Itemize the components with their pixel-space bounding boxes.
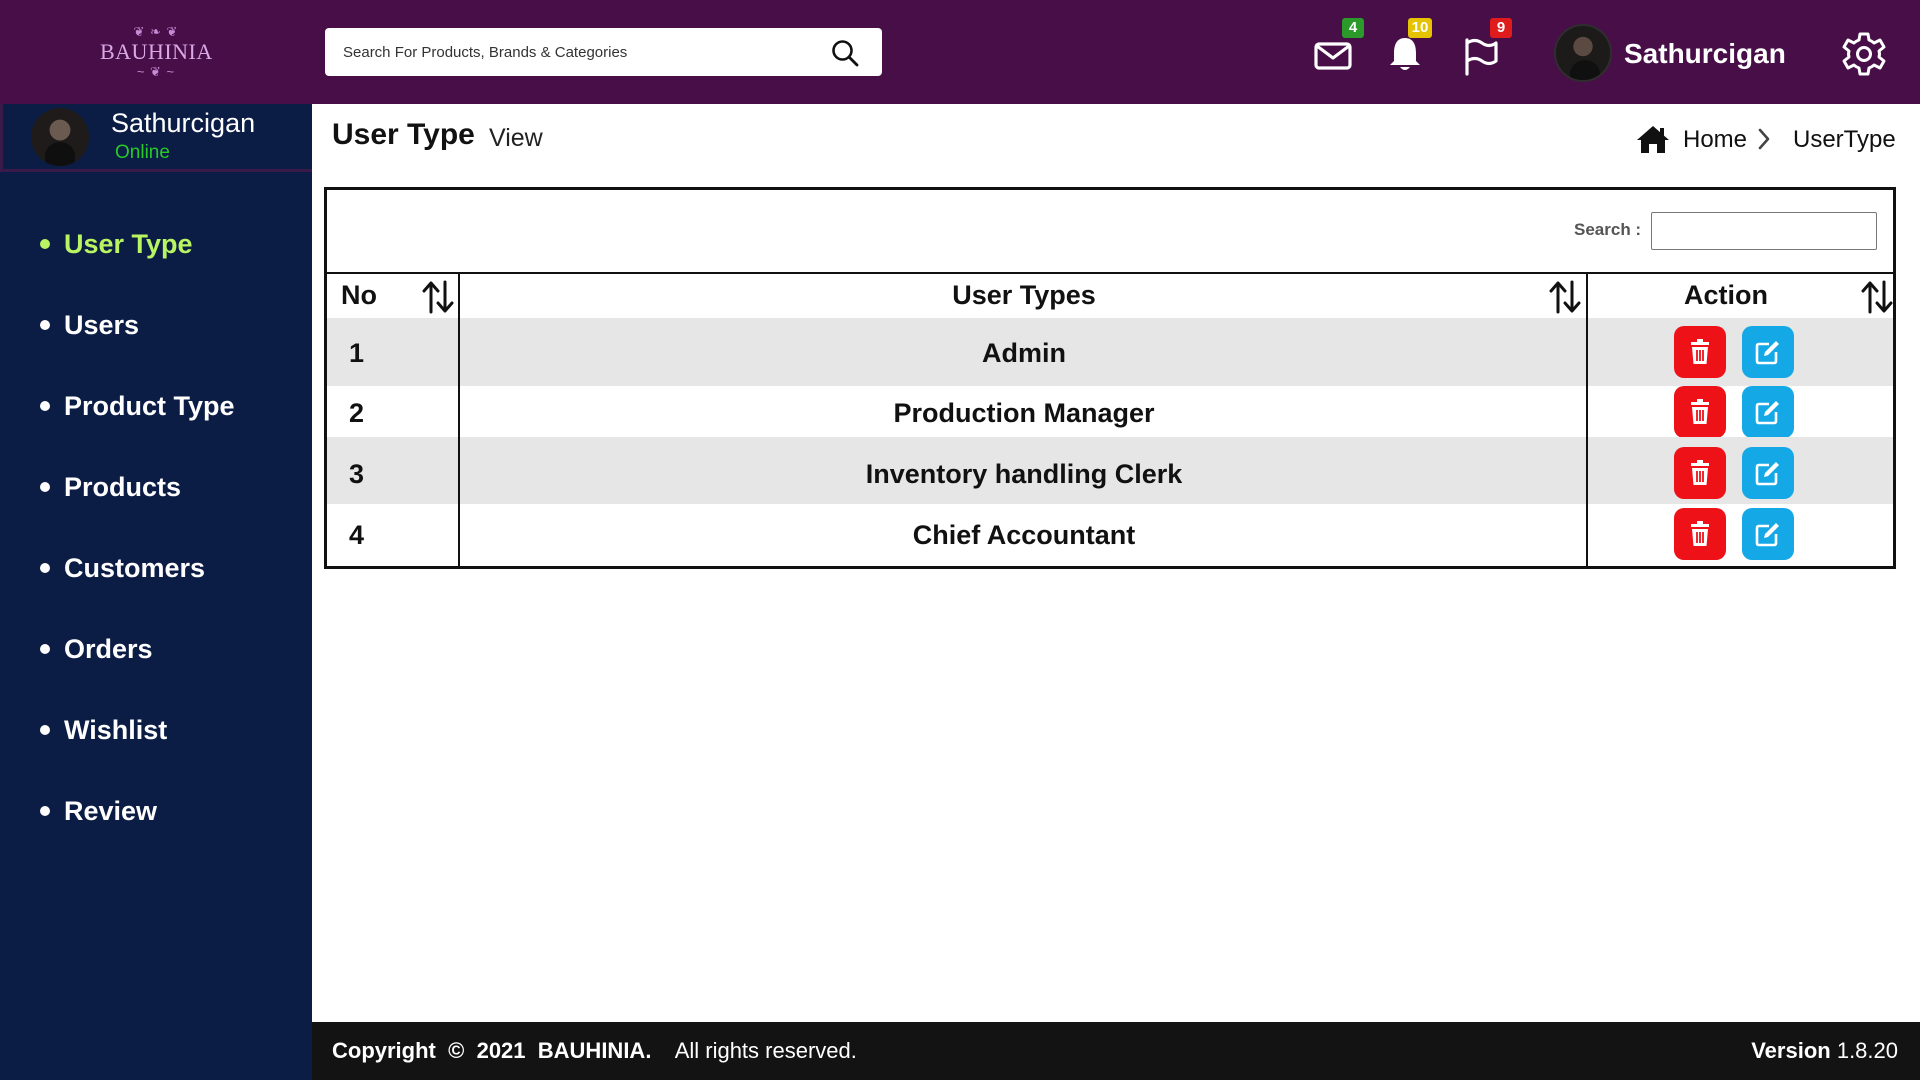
status-online: Online bbox=[115, 142, 170, 163]
version-number: 1.8.20 bbox=[1836, 1038, 1898, 1063]
sidebar-item-products[interactable]: Products bbox=[0, 469, 312, 550]
search-icon[interactable] bbox=[830, 38, 860, 68]
chevron-right-icon bbox=[1758, 128, 1770, 150]
copyright-label: Copyright bbox=[332, 1038, 436, 1063]
flag-icon[interactable] bbox=[1461, 36, 1501, 76]
table-row: 1 Admin bbox=[327, 318, 1893, 386]
sort-icon[interactable] bbox=[1861, 280, 1893, 314]
messages-badge: 4 bbox=[1342, 18, 1364, 38]
column-divider bbox=[1586, 272, 1588, 566]
user-type-name: Inventory handling Clerk bbox=[865, 459, 1183, 489]
user-type-name: Admin bbox=[982, 338, 1066, 368]
notifications-badge: 10 bbox=[1408, 18, 1432, 38]
sidebar-item-customers[interactable]: Customers bbox=[0, 550, 312, 631]
sidebar-item-users[interactable]: Users bbox=[0, 307, 312, 388]
column-divider bbox=[458, 272, 460, 566]
edit-icon bbox=[1755, 462, 1779, 486]
row-number: 3 bbox=[349, 459, 365, 489]
sidebar: Sathurcigan Online User Type Users Produ… bbox=[0, 104, 312, 1080]
sidebar-item-product-type[interactable]: Product Type bbox=[0, 388, 312, 469]
edit-button[interactable] bbox=[1742, 447, 1794, 499]
trash-icon bbox=[1691, 399, 1709, 424]
edit-icon bbox=[1755, 523, 1779, 547]
edit-button[interactable] bbox=[1742, 508, 1794, 560]
sidebar-user-panel: Sathurcigan Online bbox=[0, 104, 312, 172]
search-input[interactable] bbox=[343, 36, 813, 68]
table-row: 2 Production Manager bbox=[327, 386, 1893, 438]
bell-icon[interactable] bbox=[1385, 34, 1425, 74]
home-icon[interactable] bbox=[1636, 124, 1670, 154]
table-search-input[interactable] bbox=[1651, 212, 1877, 250]
edit-icon bbox=[1755, 341, 1779, 365]
row-number: 2 bbox=[349, 398, 365, 428]
top-bar: ❦ ❧ ❦ BAUHINIA ~ ❦ ~ 4 10 9 Sathurcigan bbox=[0, 0, 1920, 104]
table-header: No User Types Action bbox=[327, 272, 1893, 318]
footer: Copyright © 2021 BAUHINIA. All rights re… bbox=[312, 1022, 1920, 1080]
page-subtitle: View bbox=[489, 124, 543, 152]
table-row: 3 Inventory handling Clerk bbox=[327, 437, 1893, 504]
copyright-year: 2021 bbox=[476, 1038, 526, 1063]
column-header-action[interactable]: Action bbox=[1591, 280, 1861, 311]
sidebar-nav: User Type Users Product Type Products Cu… bbox=[0, 226, 312, 874]
brand-logo[interactable]: ❦ ❧ ❦ BAUHINIA ~ ❦ ~ bbox=[100, 24, 212, 80]
delete-button[interactable] bbox=[1674, 447, 1726, 499]
delete-button[interactable] bbox=[1674, 508, 1726, 560]
flags-badge: 9 bbox=[1490, 18, 1512, 38]
edit-button[interactable] bbox=[1742, 386, 1794, 438]
sidebar-item-orders[interactable]: Orders bbox=[0, 631, 312, 712]
row-number: 4 bbox=[349, 520, 365, 550]
header-username[interactable]: Sathurcigan bbox=[1624, 38, 1786, 70]
sort-icon[interactable] bbox=[422, 280, 454, 314]
trash-icon bbox=[1691, 460, 1709, 485]
row-number: 1 bbox=[349, 338, 365, 368]
page-title: User Type bbox=[332, 118, 475, 151]
search-bar bbox=[325, 28, 882, 76]
sidebar-item-review[interactable]: Review bbox=[0, 793, 312, 874]
rights-text: All rights reserved. bbox=[674, 1038, 857, 1063]
table-search-label: Search : bbox=[1574, 220, 1642, 239]
logo-ornament-bottom: ~ ❦ ~ bbox=[136, 64, 176, 79]
gear-icon[interactable] bbox=[1838, 28, 1890, 80]
delete-button[interactable] bbox=[1674, 386, 1726, 438]
trash-icon bbox=[1691, 339, 1709, 364]
edit-button[interactable] bbox=[1742, 326, 1794, 378]
version-label: Version bbox=[1751, 1038, 1831, 1063]
trash-icon bbox=[1691, 521, 1709, 546]
sidebar-user-name: Sathurcigan bbox=[111, 108, 256, 138]
delete-button[interactable] bbox=[1674, 326, 1726, 378]
user-type-table-panel: Search : No User Types Action 1 Admin 2 bbox=[324, 187, 1896, 569]
avatar[interactable] bbox=[1554, 24, 1612, 82]
version-info: Version 1.8.20 bbox=[1751, 1038, 1898, 1064]
sidebar-item-user-type[interactable]: User Type bbox=[0, 226, 312, 307]
breadcrumb-current: UserType bbox=[1793, 126, 1896, 153]
sort-icon[interactable] bbox=[1549, 280, 1581, 314]
copyright-notice: Copyright © 2021 BAUHINIA. All rights re… bbox=[332, 1038, 857, 1064]
column-header-user-types[interactable]: User Types bbox=[461, 280, 1587, 311]
user-type-name: Production Manager bbox=[893, 398, 1155, 428]
breadcrumb-home[interactable]: Home bbox=[1683, 126, 1747, 154]
logo-ornament: ❦ ❧ ❦ bbox=[133, 24, 179, 39]
user-type-name: Chief Accountant bbox=[912, 520, 1136, 550]
mail-icon[interactable] bbox=[1313, 36, 1353, 76]
copyright-brand: BAUHINIA. bbox=[537, 1038, 652, 1063]
avatar bbox=[31, 108, 89, 166]
copyright-symbol: © bbox=[448, 1038, 465, 1063]
logo-text: BAUHINIA bbox=[100, 39, 213, 64]
edit-icon bbox=[1755, 401, 1779, 425]
table-row: 4 Chief Accountant bbox=[327, 504, 1893, 566]
sidebar-item-wishlist[interactable]: Wishlist bbox=[0, 712, 312, 793]
column-header-no[interactable]: No bbox=[341, 280, 377, 311]
